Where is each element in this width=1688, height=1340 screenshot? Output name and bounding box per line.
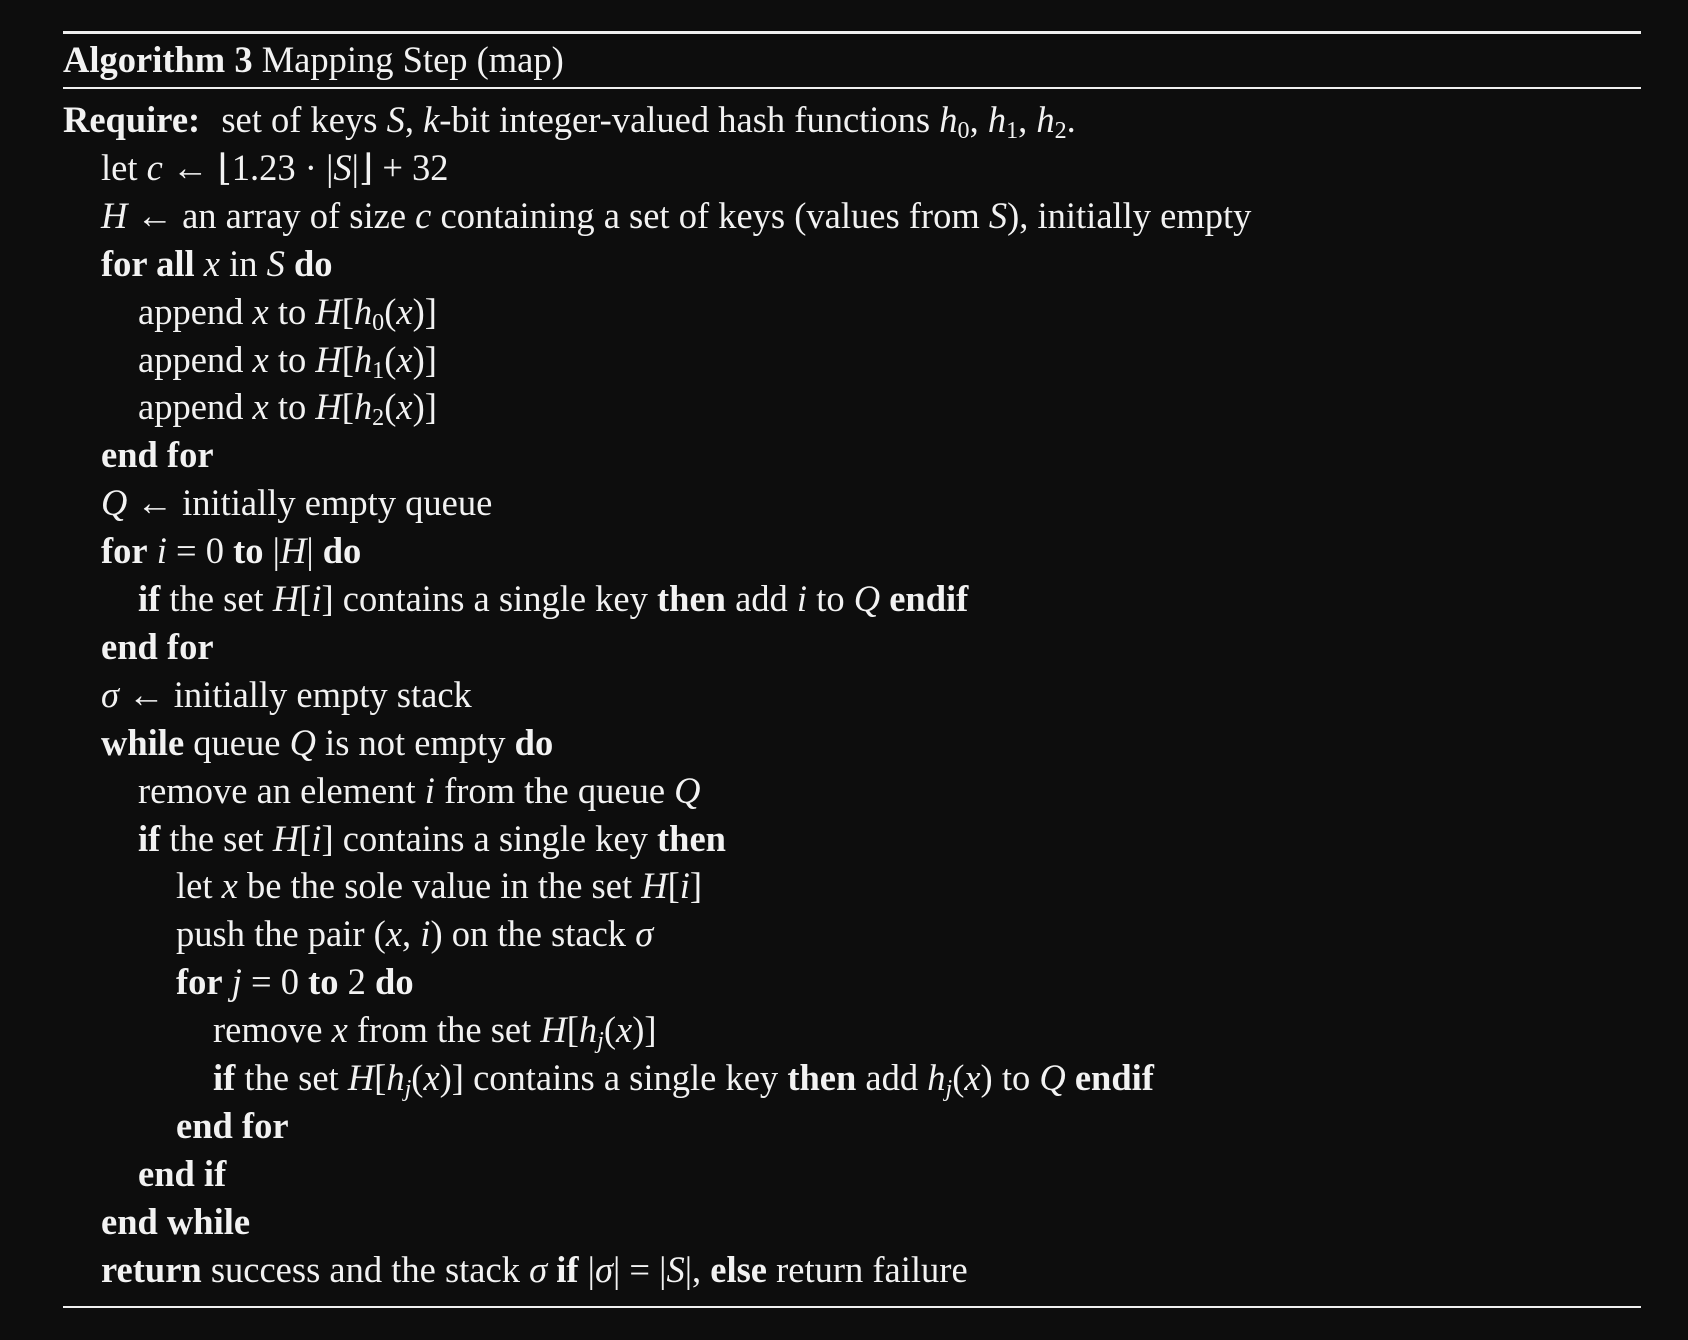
code-line-text: while queue Q is not empty do — [101, 722, 554, 763]
code-line-for-j: for j = 0 to 2 do — [176, 958, 414, 1006]
code-line-text: end for — [101, 626, 214, 667]
code-line-remove-i: remove an element i from the queue Q — [138, 767, 701, 815]
algorithm-title: Mapping Step (map) — [261, 39, 564, 80]
code-line-text: for j = 0 to 2 do — [176, 961, 414, 1002]
code-line-text: append x to H[h0(x)] — [138, 291, 437, 337]
code-line-text: let c ← ⌊1.23 · |S|⌋ + 32 — [101, 147, 449, 188]
code-line-init-sigma: σ ← initially empty stack — [101, 671, 472, 719]
code-line-text: if the set H[i] contains a single key th… — [138, 818, 726, 859]
code-line-text: remove an element i from the queue Q — [138, 770, 701, 811]
code-line-init-q: Q ← initially empty queue — [101, 479, 492, 527]
code-line-text: if the set H[hj(x)] contains a single ke… — [213, 1057, 1154, 1103]
code-line-end-for-1: end for — [101, 431, 214, 479]
code-line-end-while: end while — [101, 1198, 250, 1246]
code-line-append-2: append x to H[h2(x)] — [138, 383, 437, 431]
code-line-end-for-3: end for — [176, 1102, 289, 1150]
code-line-init-h: H ← an array of size c containing a set … — [101, 192, 1251, 240]
code-line-let-c: let c ← ⌊1.23 · |S|⌋ + 32 — [101, 144, 449, 192]
code-line-end-if: end if — [138, 1150, 226, 1198]
code-line-text: append x to H[h1(x)] — [138, 339, 437, 385]
code-line-text: for all x in S do — [101, 243, 333, 284]
code-line-if-single-3: if the set H[hj(x)] contains a single ke… — [213, 1054, 1154, 1102]
code-line-if-single-2: if the set H[i] contains a single key th… — [138, 815, 726, 863]
code-line-append-0: append x to H[h0(x)] — [138, 288, 437, 336]
code-line-text: push the pair (x, i) on the stack σ — [176, 913, 654, 954]
require-line: Require: set of keys S, k-bit integer-va… — [63, 96, 1076, 144]
algorithm-label: Algorithm 3 — [63, 39, 253, 80]
code-line-text: H ← an array of size c containing a set … — [101, 195, 1252, 236]
code-line-return: return success and the stack σ if |σ| = … — [101, 1246, 968, 1294]
code-line-remove-x: remove x from the set H[hj(x)] — [213, 1006, 657, 1054]
code-line-text: append x to H[h2(x)] — [138, 386, 437, 432]
code-line-for-i: for i = 0 to |H| do — [101, 527, 361, 575]
code-line-text: end for — [101, 434, 214, 475]
require-keyword: Require: — [63, 99, 201, 140]
code-line-while: while queue Q is not empty do — [101, 719, 553, 767]
algorithm-caption: Algorithm 3 Mapping Step (map) — [63, 34, 564, 86]
code-line-if-single: if the set H[i] contains a single key th… — [138, 575, 968, 623]
code-line-text: remove x from the set H[hj(x)] — [213, 1009, 657, 1055]
code-line-let-x: let x be the sole value in the set H[i] — [176, 862, 702, 910]
code-line-text: let x be the sole value in the set H[i] — [176, 865, 703, 906]
code-line-end-for-2: end for — [101, 623, 214, 671]
code-line-append-1: append x to H[h1(x)] — [138, 336, 437, 384]
code-line-text: return success and the stack σ if |σ| = … — [101, 1249, 968, 1290]
code-line-text: end for — [176, 1105, 289, 1146]
code-line-text: Q ← initially empty queue — [101, 482, 493, 523]
code-line-text: if the set H[i] contains a single key th… — [138, 578, 969, 619]
require-text: set of keys S, k-bit integer-valued hash… — [221, 99, 1076, 145]
caption-rule — [63, 87, 1641, 89]
code-line-text: for i = 0 to |H| do — [101, 530, 362, 571]
code-line-text: end while — [101, 1201, 251, 1242]
code-line-text: end if — [138, 1153, 227, 1194]
bottom-rule — [63, 1306, 1641, 1308]
code-line-push: push the pair (x, i) on the stack σ — [176, 910, 653, 958]
code-line-text: σ ← initially empty stack — [101, 674, 472, 715]
code-line-for-all: for all x in S do — [101, 240, 333, 288]
